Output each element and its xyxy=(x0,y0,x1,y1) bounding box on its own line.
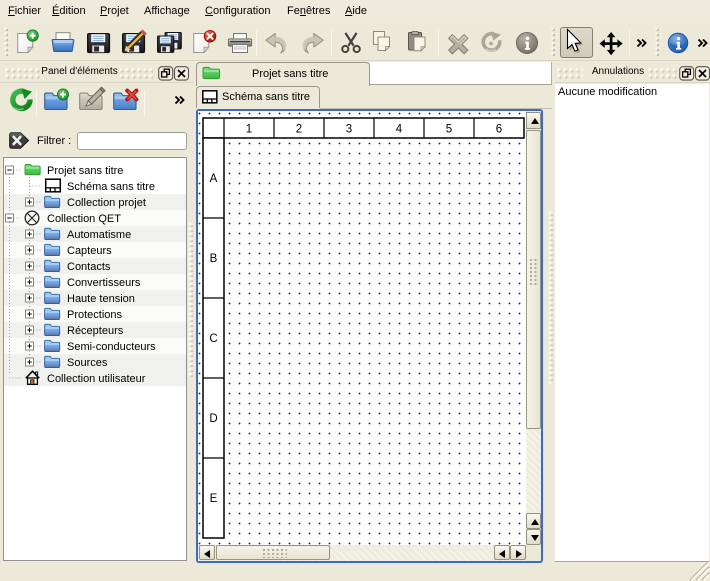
svg-text:Haute tension: Haute tension xyxy=(67,293,135,305)
svg-text:Collection utilisateur: Collection utilisateur xyxy=(47,373,146,385)
svg-text:1: 1 xyxy=(246,124,252,136)
svg-text:Projet sans titre: Projet sans titre xyxy=(47,165,123,177)
svg-text:Schéma sans titre: Schéma sans titre xyxy=(67,181,155,193)
svg-text:E: E xyxy=(210,493,218,505)
svg-text:6: 6 xyxy=(496,124,502,136)
svg-text:5: 5 xyxy=(446,124,452,136)
svg-text:Automatisme: Automatisme xyxy=(67,229,131,241)
svg-text:4: 4 xyxy=(396,124,403,136)
svg-text:Récepteurs: Récepteurs xyxy=(67,325,124,337)
svg-text:D: D xyxy=(209,413,217,425)
svg-text:3: 3 xyxy=(346,124,352,136)
svg-text:B: B xyxy=(210,253,218,265)
svg-text:Convertisseurs: Convertisseurs xyxy=(67,277,141,289)
svg-text:Collection QET: Collection QET xyxy=(47,213,121,225)
svg-text:C: C xyxy=(209,333,217,345)
svg-text:Protections: Protections xyxy=(67,309,123,321)
svg-text:2: 2 xyxy=(296,124,302,136)
svg-text:A: A xyxy=(210,173,218,185)
svg-text:Semi-conducteurs: Semi-conducteurs xyxy=(67,341,156,353)
svg-text:Sources: Sources xyxy=(67,357,108,369)
svg-text:Contacts: Contacts xyxy=(67,261,111,273)
svg-text:Collection projet: Collection projet xyxy=(67,197,146,209)
svg-text:Capteurs: Capteurs xyxy=(67,245,112,257)
